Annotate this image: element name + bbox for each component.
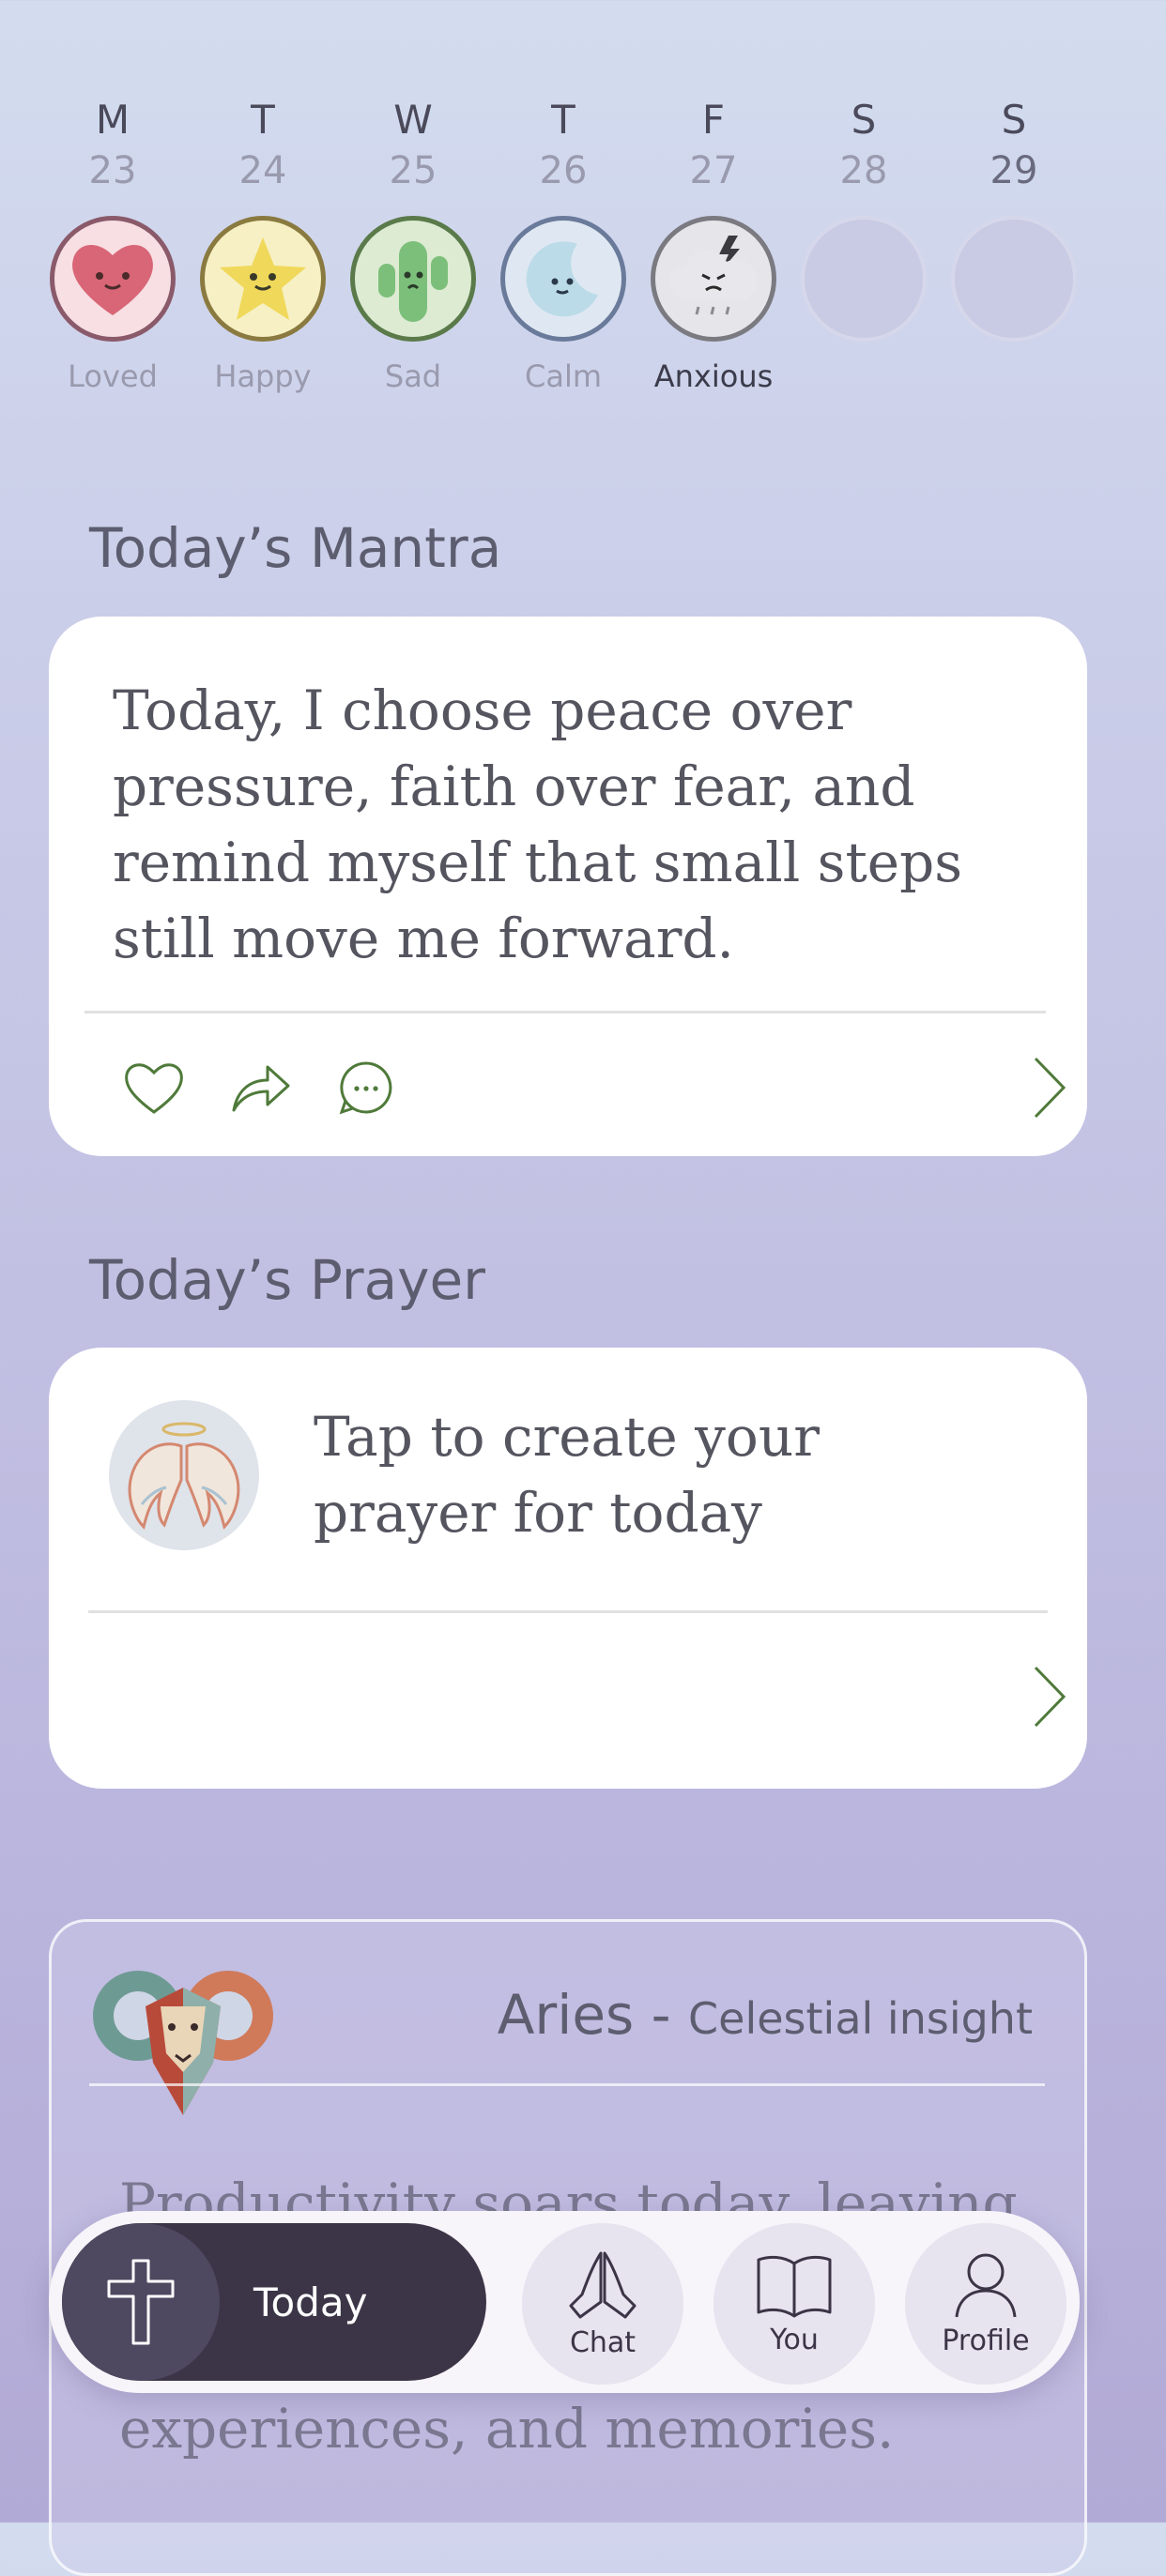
share-button[interactable] (223, 1050, 299, 1125)
day-letter: T (551, 97, 575, 143)
mood-label: Sad (384, 358, 442, 394)
nav-profile-button[interactable]: Profile (905, 2223, 1066, 2385)
share-arrow-icon (232, 1065, 290, 1112)
mood-circle[interactable] (350, 216, 476, 342)
divider (89, 2083, 1045, 2086)
chevron-right-icon (1034, 1057, 1066, 1119)
day-letter: T (251, 97, 275, 143)
cross-icon (107, 2259, 175, 2345)
mantra-card[interactable]: Today, I choose peace over pressure, fai… (49, 617, 1087, 1156)
mood-circle[interactable] (651, 216, 776, 342)
prayer-open-button[interactable] (1025, 1659, 1072, 1734)
mantra-open-button[interactable] (1025, 1050, 1072, 1125)
mood-circle-empty[interactable] (801, 216, 927, 342)
mood-label: Calm (524, 358, 602, 394)
like-button[interactable] (116, 1050, 192, 1125)
mantra-section-title: Today’s Mantra (89, 516, 502, 580)
day-tuesday[interactable]: T 24 Happy (192, 94, 333, 394)
mood-circle-empty[interactable] (951, 216, 1077, 342)
day-date: 26 (539, 149, 588, 192)
mood-circle[interactable] (50, 216, 176, 342)
heart-icon (125, 1063, 183, 1114)
nav-today-button[interactable]: Today (62, 2223, 486, 2381)
angel-wings-icon (128, 1422, 240, 1530)
day-date: 28 (839, 149, 888, 192)
prayer-prompt: Tap to create your prayer for today (314, 1405, 820, 1545)
divider (88, 1610, 1048, 1613)
divider (84, 1011, 1046, 1014)
cross-icon-wrap (62, 2223, 220, 2381)
celestial-subtitle: Celestial insight (688, 1993, 1033, 2044)
nav-chat-button[interactable]: Chat (522, 2223, 683, 2385)
day-date: 24 (238, 149, 287, 192)
day-wednesday[interactable]: W 25 Sad (343, 94, 483, 394)
mood-label: Loved (68, 358, 158, 394)
day-letter: F (701, 97, 726, 143)
praying-hands-icon (569, 2251, 637, 2318)
storm-cloud-face-icon (668, 236, 758, 315)
day-date: 29 (990, 149, 1038, 192)
cactus-face-icon (378, 241, 448, 322)
day-letter: M (95, 97, 130, 143)
chevron-right-icon (1034, 1666, 1066, 1728)
celestial-heading: Aries - Celestial insight (498, 1983, 1033, 2047)
day-thursday[interactable]: T 26 Calm (493, 94, 634, 394)
day-letter: S (1001, 97, 1027, 143)
nav-you-label: You (770, 2323, 819, 2356)
person-icon (955, 2253, 1017, 2317)
mood-label: Anxious (653, 358, 774, 394)
open-book-icon (757, 2255, 832, 2317)
zodiac-sign: Aries (497, 1983, 635, 2047)
star-face-icon (220, 237, 306, 320)
week-strip: M 23 Loved T 24 Happy W 25 Sad T 26 Calm… (42, 94, 1094, 432)
heart-face-icon (72, 244, 153, 315)
nav-you-button[interactable]: You (713, 2223, 875, 2385)
day-sunday[interactable]: S 29 (944, 94, 1084, 342)
day-saturday[interactable]: S 28 (793, 94, 934, 342)
mood-circle[interactable] (200, 216, 326, 342)
day-friday[interactable]: F 27 Anxious (643, 94, 784, 394)
heading-separator: - (634, 1983, 689, 2047)
day-date: 25 (389, 149, 437, 192)
mood-circle[interactable] (500, 216, 626, 342)
aries-ram-icon (89, 1950, 277, 2119)
nav-today-label: Today (253, 2279, 368, 2325)
day-date: 23 (88, 149, 137, 192)
mantra-text: Today, I choose peace over pressure, fai… (113, 678, 962, 970)
day-letter: W (393, 97, 433, 143)
nav-profile-label: Profile (942, 2324, 1030, 2357)
chat-bubble-icon (339, 1061, 392, 1115)
bottom-nav: Today Chat You Profile (49, 2211, 1080, 2393)
day-date: 27 (689, 149, 738, 192)
prayer-section-title: Today’s Prayer (89, 1248, 486, 1312)
day-monday[interactable]: M 23 Loved (42, 94, 183, 394)
moon-face-icon (526, 241, 598, 317)
angel-wings-avatar (109, 1400, 259, 1550)
prayer-card[interactable]: Tap to create your prayer for today (49, 1348, 1087, 1789)
day-letter: S (851, 97, 877, 143)
comment-button[interactable] (329, 1050, 404, 1125)
mood-label: Happy (214, 358, 312, 394)
nav-chat-label: Chat (569, 2325, 637, 2359)
